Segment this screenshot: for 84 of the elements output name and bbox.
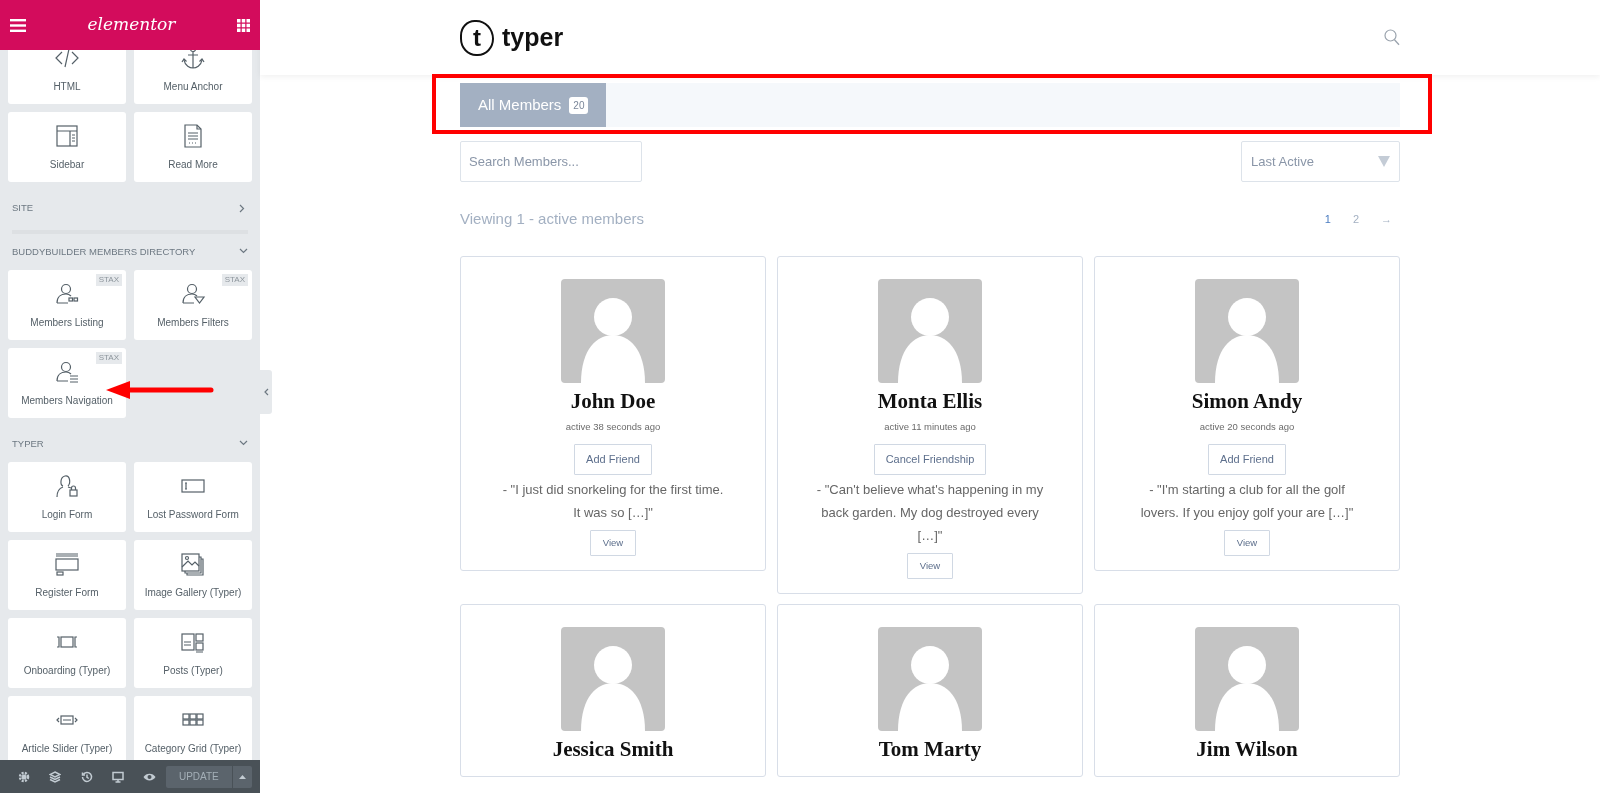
activity-text: active 38 seconds ago (565, 420, 661, 435)
friend-button[interactable]: Cancel Friendship (873, 444, 987, 475)
widget-tile[interactable]: STAX Members Listing (8, 270, 126, 340)
sidebar-layout-icon (54, 122, 80, 149)
section-header[interactable]: SITE (8, 190, 252, 226)
widget-label: Image Gallery (Typer) (144, 585, 242, 600)
view-button[interactable]: View (1223, 529, 1271, 557)
image-stack-icon (180, 550, 206, 577)
section-header[interactable]: BUDDYBUILDER MEMBERS DIRECTORY (8, 234, 252, 270)
widget-tile[interactable]: Sidebar (8, 112, 126, 182)
user-lock-icon (54, 472, 80, 499)
widget-label: Posts (Typer) (163, 663, 223, 678)
member-name[interactable]: Monta Ellis (877, 389, 983, 415)
activity-excerpt: - "I'm starting a club for all the golf lovers. If you enjoy golf your are […]" (1139, 480, 1355, 522)
layers-icon[interactable] (49, 770, 62, 783)
grid-icon[interactable] (237, 18, 250, 32)
settings-icon[interactable] (17, 770, 30, 783)
section-header[interactable]: TYPER (8, 426, 252, 462)
widget-label: Read More (168, 157, 218, 172)
widget-badge: STAX (95, 274, 122, 286)
caret-icon (239, 774, 246, 779)
view-button[interactable]: View (906, 552, 954, 580)
section-title: BUDDYBUILDER MEMBERS DIRECTORY (12, 244, 196, 259)
panel-collapse-handle[interactable] (260, 370, 272, 414)
menu-icon[interactable] (10, 18, 26, 32)
widget-tile[interactable]: Image Gallery (Typer) (134, 540, 252, 610)
widget-tile[interactable]: HTML (8, 50, 126, 104)
member-name[interactable]: Jessica Smith (552, 737, 674, 763)
widget-label: Lost Password Form (147, 507, 239, 522)
member-name[interactable]: Simon Andy (1191, 389, 1303, 415)
friend-button[interactable]: Add Friend (1208, 444, 1286, 475)
activity-text: active 11 minutes ago (884, 420, 976, 435)
publish-options-button[interactable] (232, 765, 252, 788)
activity-excerpt: - "Can't believe what's happening in my back garden. My dog destroyed every […]" (816, 480, 1044, 545)
friend-button[interactable]: Add Friend (574, 444, 652, 475)
widget-label: Sidebar (49, 157, 85, 172)
widget-tile[interactable]: Menu Anchor (134, 50, 252, 104)
widget-label: Category Grid (Typer) (144, 741, 242, 756)
widget-tile[interactable]: Login Form (8, 462, 126, 532)
widget-label: Login Form (41, 507, 93, 522)
search-icon[interactable] (1384, 29, 1400, 46)
widget-tile[interactable]: Article Slider (Typer) (8, 696, 126, 760)
logo-text[interactable]: typer (502, 18, 564, 57)
member-name[interactable]: Tom Marty (878, 737, 982, 763)
widget-label: Members Navigation (21, 393, 113, 408)
section-title: SITE (12, 200, 34, 215)
panel-logo: elementor (87, 13, 176, 37)
count-badge: 20 (569, 96, 589, 114)
section-title: TYPER (12, 436, 44, 451)
dropdown-arrow-icon (1378, 156, 1390, 167)
widget-tile[interactable]: Register Form (8, 540, 126, 610)
desktop-icon[interactable] (112, 770, 125, 783)
widget-tile[interactable]: STAX Members Navigation (8, 348, 126, 418)
widget-label: Onboarding (Typer) (23, 663, 111, 678)
view-button[interactable]: View (589, 529, 637, 557)
widget-label: Menu Anchor (163, 79, 223, 94)
logo-mark[interactable]: t (460, 19, 494, 56)
widget-label: Members Listing (30, 315, 104, 330)
tab-label: All Members (478, 94, 562, 115)
viewing-text: Viewing 1 - active members (460, 208, 644, 229)
member-name[interactable]: John Doe (570, 389, 656, 415)
widget-label: Members Filters (157, 315, 229, 330)
search-field[interactable]: Search Members... (460, 141, 642, 182)
widget-label: Register Form (35, 585, 99, 600)
widget-tile[interactable]: Read More (134, 112, 252, 182)
activity-text: active 20 seconds ago (1199, 420, 1295, 435)
widget-tile[interactable]: Posts (Typer) (134, 618, 252, 688)
widget-tile[interactable]: Category Grid (Typer) (134, 696, 252, 760)
anchor-icon (180, 50, 206, 71)
eye-icon[interactable] (143, 771, 157, 782)
widget-tile[interactable]: Onboarding (Typer) (8, 618, 126, 688)
form-icon (54, 550, 80, 577)
widget-label: HTML (53, 79, 81, 94)
widget-tile[interactable]: Lost Password Form (134, 462, 252, 532)
pagination-link[interactable]: 1 (1316, 210, 1339, 228)
member-tab[interactable]: All Members 20 (460, 83, 607, 127)
widget-tile[interactable]: STAX Members Filters (134, 270, 252, 340)
member-name[interactable]: Jim Wilson (1196, 737, 1298, 763)
widget-badge: STAX (221, 274, 248, 286)
history-icon[interactable] (80, 770, 93, 783)
widget-badge: STAX (95, 352, 122, 364)
chevron-left-icon (263, 388, 269, 396)
activity-excerpt: - "I just did snorkeling for the first time. It was so […]" (501, 480, 725, 522)
widget-label: Article Slider (Typer) (21, 741, 113, 756)
